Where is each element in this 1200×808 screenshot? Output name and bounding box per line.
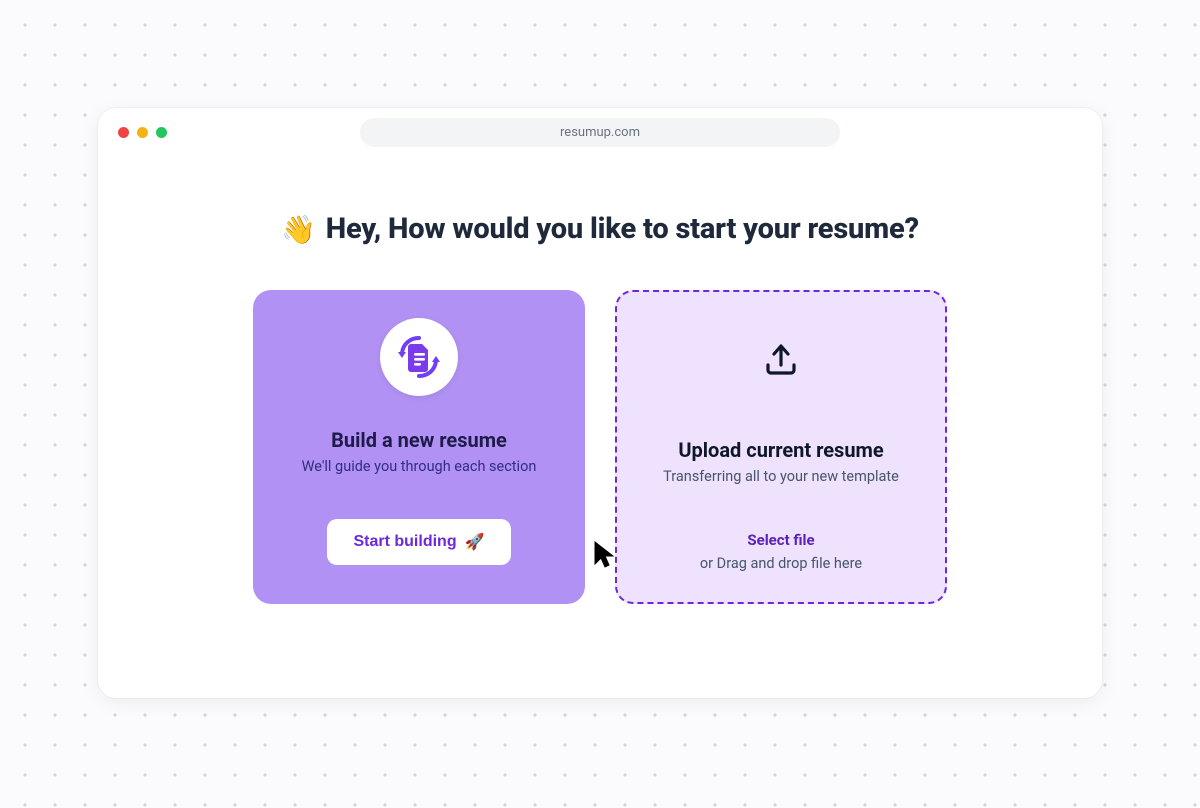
start-building-label: Start building [353, 533, 456, 551]
address-bar-url: resumup.com [560, 125, 640, 140]
titlebar: resumup.com [98, 108, 1102, 156]
window-controls [118, 127, 167, 138]
start-building-button[interactable]: Start building 🚀 [327, 519, 510, 565]
document-refresh-icon [380, 318, 458, 396]
upload-resume-card[interactable]: Upload current resume Transferring all t… [615, 290, 947, 604]
upload-card-subtitle: Transferring all to your new template [663, 468, 899, 485]
maximize-window-icon[interactable] [156, 127, 167, 138]
page-heading: 👋 Hey, How would you like to start your … [138, 212, 1062, 246]
upload-icon [742, 320, 820, 398]
drag-drop-label: or Drag and drop file here [700, 555, 862, 572]
heading-text: Hey, How would you like to start your re… [326, 212, 919, 246]
upload-card-title: Upload current resume [678, 438, 883, 462]
build-card-title: Build a new resume [331, 428, 507, 452]
rocket-icon: 🚀 [465, 532, 485, 552]
wave-icon: 👋 [281, 213, 316, 246]
minimize-window-icon[interactable] [137, 127, 148, 138]
option-cards: Build a new resume We'll guide you throu… [138, 290, 1062, 604]
address-bar[interactable]: resumup.com [360, 118, 840, 147]
page-content: 👋 Hey, How would you like to start your … [98, 156, 1102, 604]
close-window-icon[interactable] [118, 127, 129, 138]
build-card-subtitle: We'll guide you through each section [302, 458, 537, 475]
browser-window: resumup.com 👋 Hey, How would you like to… [98, 108, 1102, 698]
select-file-link[interactable]: Select file [747, 531, 814, 549]
build-resume-card[interactable]: Build a new resume We'll guide you throu… [253, 290, 585, 604]
